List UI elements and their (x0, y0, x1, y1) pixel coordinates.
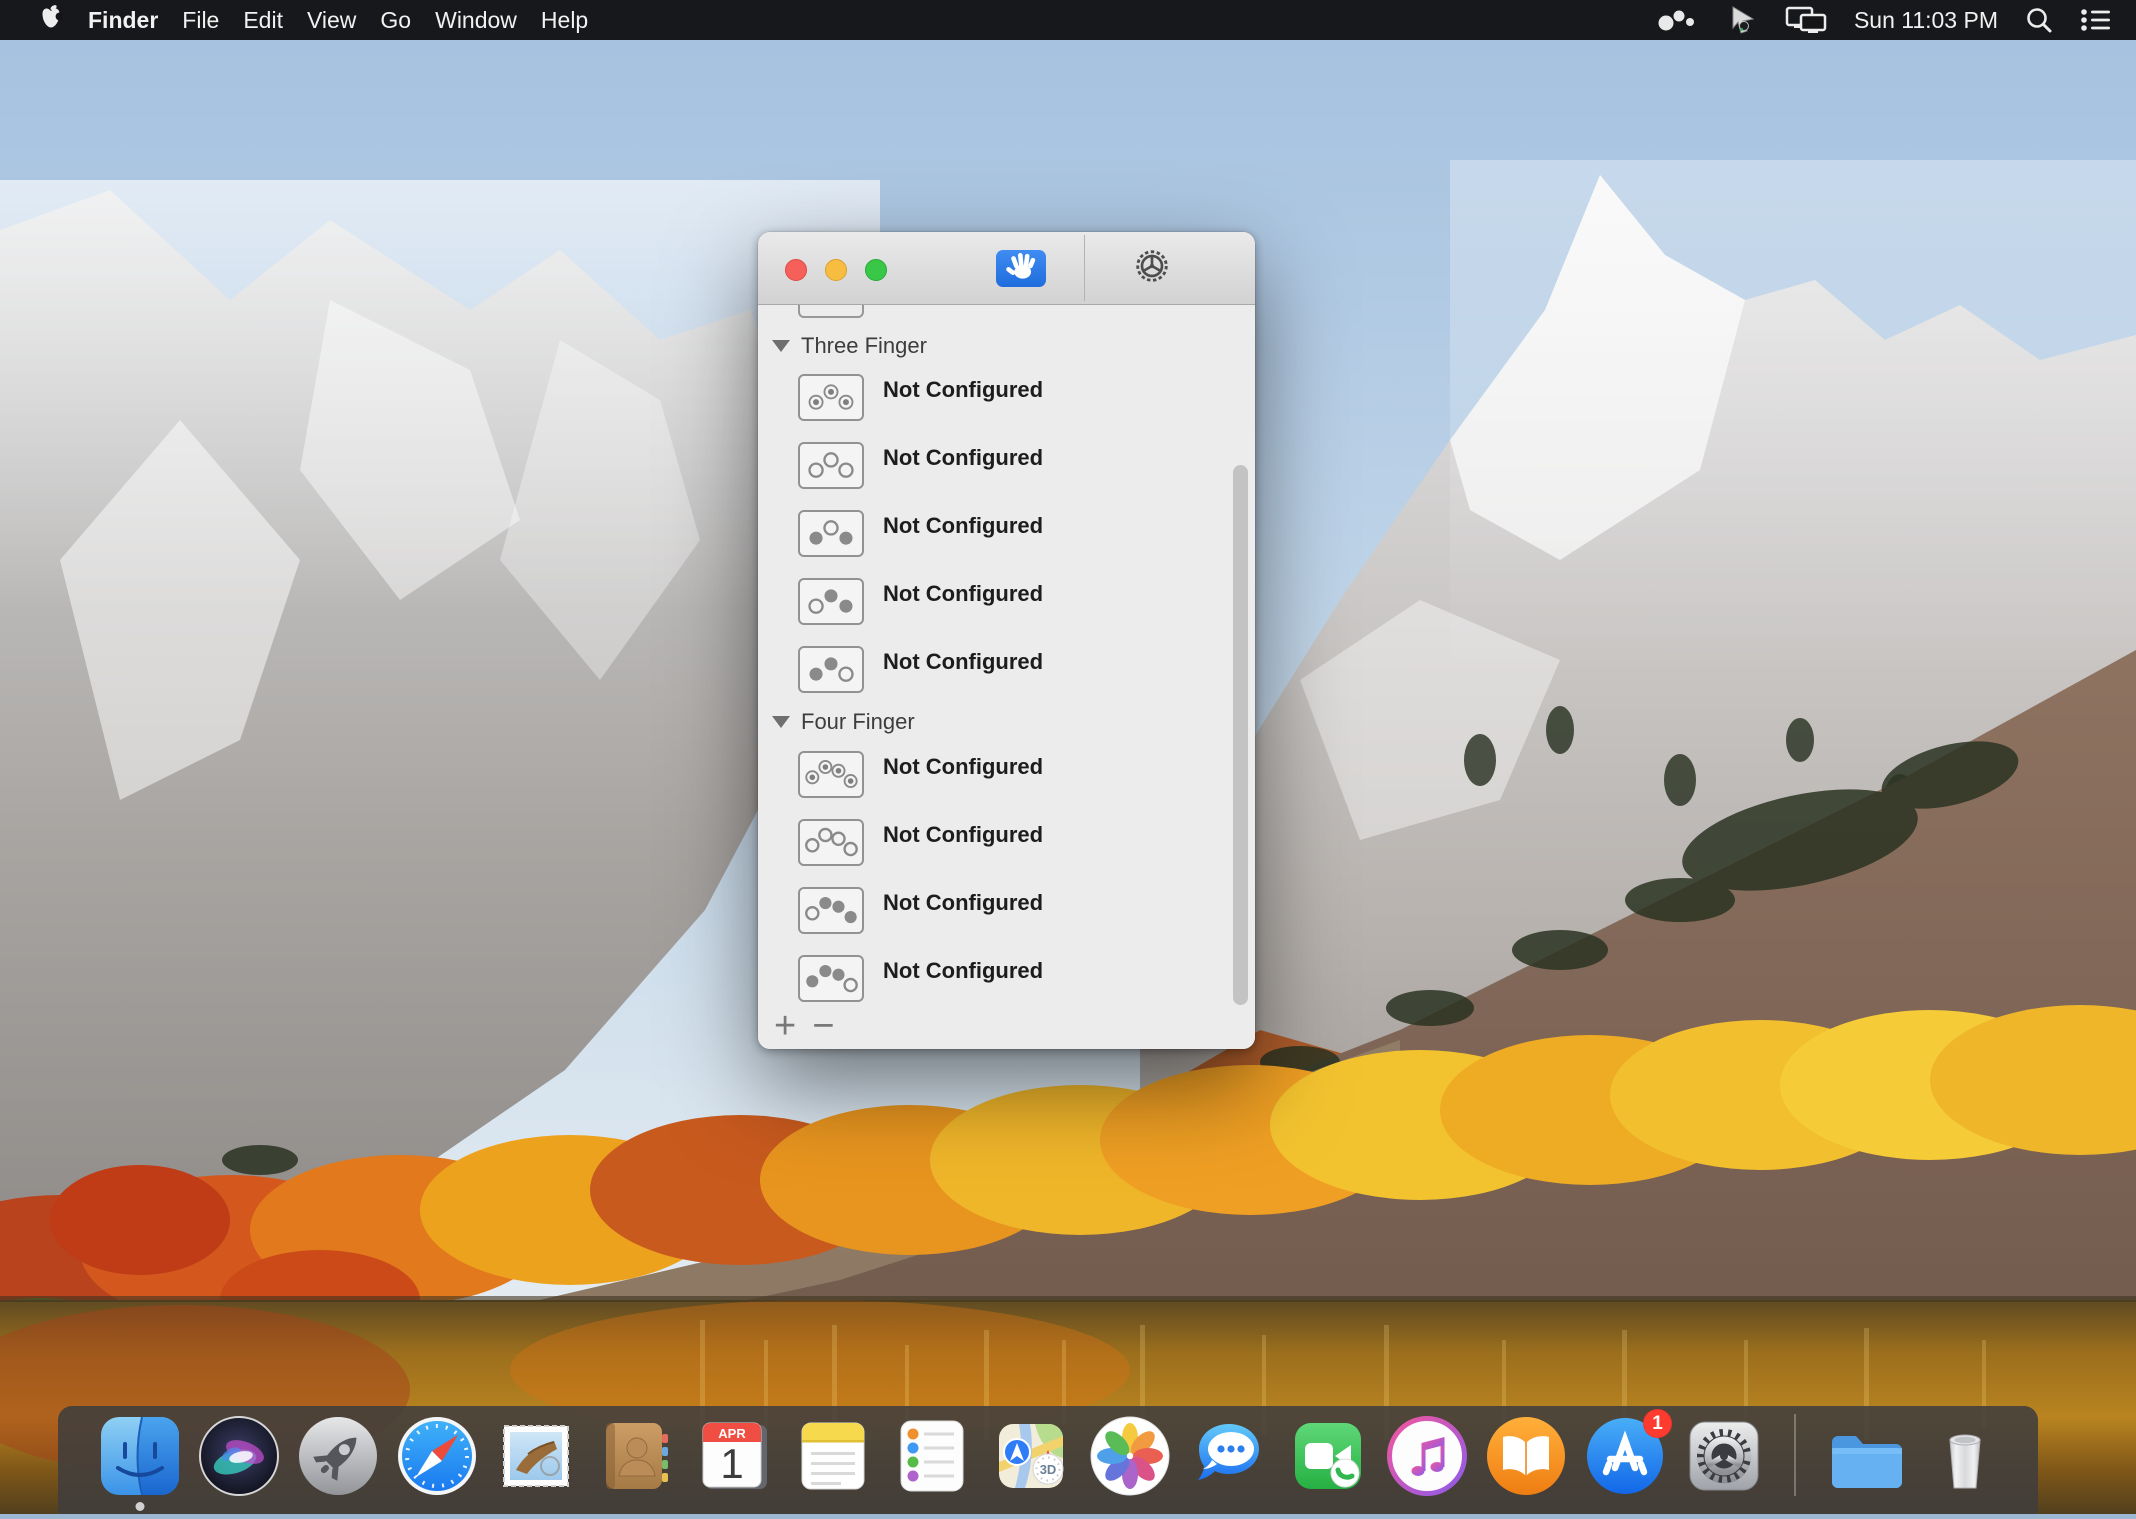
scrollbar-thumb[interactable] (1233, 465, 1248, 1005)
gesture-action-label: Not Configured (883, 958, 1043, 984)
dock: APR 1 (58, 1406, 2038, 1514)
gesture-action-label: Not Configured (883, 581, 1043, 607)
toolbar-settings-tab[interactable] (1130, 246, 1174, 290)
gesture-action-label: Not Configured (883, 377, 1043, 403)
dock-system-preferences[interactable] (1682, 1414, 1766, 1498)
dock-calendar[interactable]: APR 1 (692, 1414, 776, 1498)
zoom-button[interactable] (865, 259, 887, 281)
section-three-finger[interactable]: Three Finger (772, 333, 927, 359)
dock-mail[interactable] (494, 1414, 578, 1498)
dock-reminders[interactable] (890, 1414, 974, 1498)
menu-app-name[interactable]: Finder (76, 0, 170, 40)
apple-menu[interactable] (26, 4, 76, 36)
running-indicator (136, 1502, 145, 1511)
menu-file[interactable]: File (170, 0, 231, 40)
dock-facetime[interactable] (1286, 1414, 1370, 1498)
add-gesture-button[interactable]: + (774, 1007, 796, 1045)
app-store-badge: 1 (1643, 1409, 1672, 1438)
calendar-month-label: APR (718, 1426, 746, 1441)
menu-bar: Finder File Edit View Go Window Help (0, 0, 2136, 40)
four-finger-tap-dots-icon (798, 751, 864, 798)
dock-finder[interactable] (98, 1414, 182, 1498)
dock-siri[interactable] (197, 1414, 281, 1498)
dock-safari[interactable] (395, 1414, 479, 1498)
dock-photos[interactable] (1088, 1414, 1172, 1498)
disclosure-triangle-icon[interactable] (772, 716, 790, 728)
gesture-action-label: Not Configured (883, 649, 1043, 675)
toolbar-separator (1084, 235, 1085, 301)
section-four-finger[interactable]: Four Finger (772, 709, 915, 735)
gear-icon (1132, 246, 1172, 291)
four-finger-open-dots-icon (798, 819, 864, 866)
menu-clock[interactable]: Sun 11:03 PM (1854, 7, 1998, 34)
gesture-row[interactable]: Not Configured (798, 374, 1043, 421)
three-finger-right-open-icon (798, 646, 864, 693)
pointer-tool-icon[interactable] (1728, 5, 1758, 35)
three-finger-middle-open-icon (798, 510, 864, 557)
remove-gesture-button[interactable]: − (812, 1007, 834, 1045)
gesture-action-label: Not Configured (883, 822, 1043, 848)
section-label: Three Finger (801, 333, 927, 359)
dock-notes[interactable] (791, 1414, 875, 1498)
calendar-day-label: 1 (720, 1440, 743, 1487)
gesture-row[interactable]: Not Configured (798, 442, 1043, 489)
dock-messages[interactable] (1187, 1414, 1271, 1498)
gesture-row[interactable]: Not Configured (798, 955, 1043, 1002)
gesture-app-icon[interactable] (1655, 7, 1701, 33)
gesture-preferences-window: Three Finger Not Configured (758, 232, 1255, 1049)
gesture-row[interactable]: Not Configured (798, 578, 1043, 625)
dock-downloads-folder[interactable] (1824, 1414, 1908, 1498)
dock-divider (1794, 1414, 1796, 1496)
gesture-row[interactable]: Not Configured (798, 819, 1043, 866)
gesture-action-label: Not Configured (883, 754, 1043, 780)
menu-window[interactable]: Window (423, 0, 529, 40)
window-toolbar (758, 232, 1255, 305)
dock-maps[interactable]: 3D (989, 1414, 1073, 1498)
display-mirroring-icon[interactable] (1785, 5, 1827, 35)
three-finger-open-dots-icon (798, 442, 864, 489)
dock-books[interactable] (1484, 1414, 1568, 1498)
dock-trash[interactable] (1923, 1414, 2007, 1498)
gesture-list: Three Finger Not Configured (758, 305, 1255, 1049)
toolbar-trackpad-tab[interactable] (996, 250, 1046, 287)
gesture-row[interactable]: Not Configured (798, 751, 1043, 798)
gesture-row[interactable]: Not Configured (798, 646, 1043, 693)
gesture-action-label: Not Configured (883, 890, 1043, 916)
gesture-row[interactable]: Not Configured (798, 510, 1043, 557)
disclosure-triangle-icon[interactable] (772, 340, 790, 352)
menu-go[interactable]: Go (368, 0, 423, 40)
maps-3d-label: 3D (1040, 1462, 1057, 1477)
gesture-action-label: Not Configured (883, 513, 1043, 539)
dock-contacts[interactable] (593, 1414, 677, 1498)
menu-view[interactable]: View (295, 0, 368, 40)
close-button[interactable] (785, 259, 807, 281)
menu-help[interactable]: Help (529, 0, 600, 40)
dock-launchpad[interactable] (296, 1414, 380, 1498)
gesture-row[interactable]: Not Configured (798, 887, 1043, 934)
dock-itunes[interactable] (1385, 1414, 1469, 1498)
spotlight-search-icon[interactable] (2025, 6, 2053, 34)
gesture-icon-partial (798, 305, 864, 318)
minimize-button[interactable] (825, 259, 847, 281)
three-finger-tap-dots-icon (798, 374, 864, 421)
menu-edit[interactable]: Edit (231, 0, 295, 40)
section-label: Four Finger (801, 709, 915, 735)
trackpad-hand-icon (1000, 250, 1042, 287)
apple-logo-icon (40, 4, 62, 36)
four-finger-right-open-icon (798, 955, 864, 1002)
notification-center-icon[interactable] (2080, 7, 2112, 33)
dock-app-store[interactable]: 1 (1583, 1414, 1667, 1498)
three-finger-left-open-icon (798, 578, 864, 625)
gesture-action-label: Not Configured (883, 445, 1043, 471)
four-finger-left-open-icon (798, 887, 864, 934)
